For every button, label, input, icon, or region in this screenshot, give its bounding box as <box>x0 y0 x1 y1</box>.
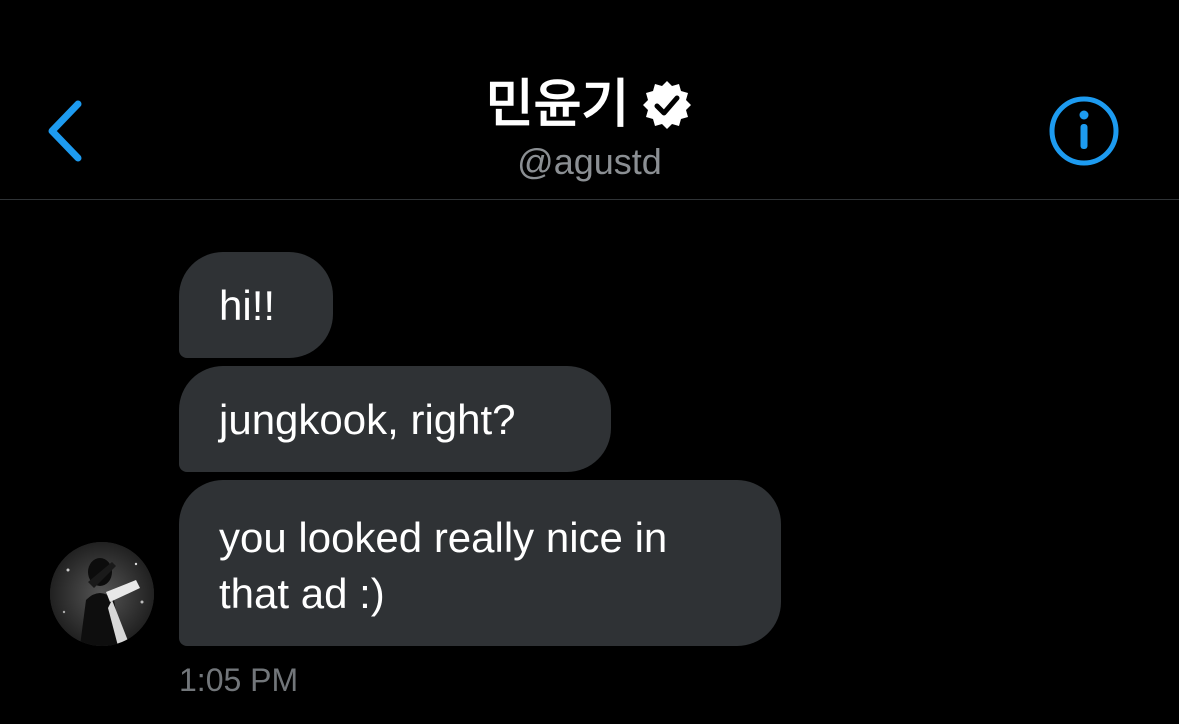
dm-conversation-screen: 민윤기 @agustd hi!! jungkook, right? you lo… <box>0 0 1179 724</box>
avatar-image <box>50 542 154 646</box>
contact-handle: @agustd <box>517 141 662 182</box>
contact-name: 민윤기 <box>485 75 630 135</box>
info-icon <box>1049 96 1119 166</box>
message-timestamp: 1:05 PM <box>179 662 299 698</box>
message-bubble[interactable]: hi!! <box>179 252 333 358</box>
avatar[interactable] <box>50 542 154 646</box>
conversation-header: 민윤기 @agustd <box>0 0 1179 200</box>
info-button[interactable] <box>1047 94 1121 168</box>
verified-badge-icon <box>641 79 693 131</box>
contact-header-info[interactable]: 민윤기 @agustd <box>0 74 1179 184</box>
message-bubble[interactable]: you looked really nice in that ad :) <box>179 480 781 646</box>
title-row: 민윤기 <box>486 74 694 136</box>
message-bubble[interactable]: jungkook, right? <box>179 366 611 472</box>
